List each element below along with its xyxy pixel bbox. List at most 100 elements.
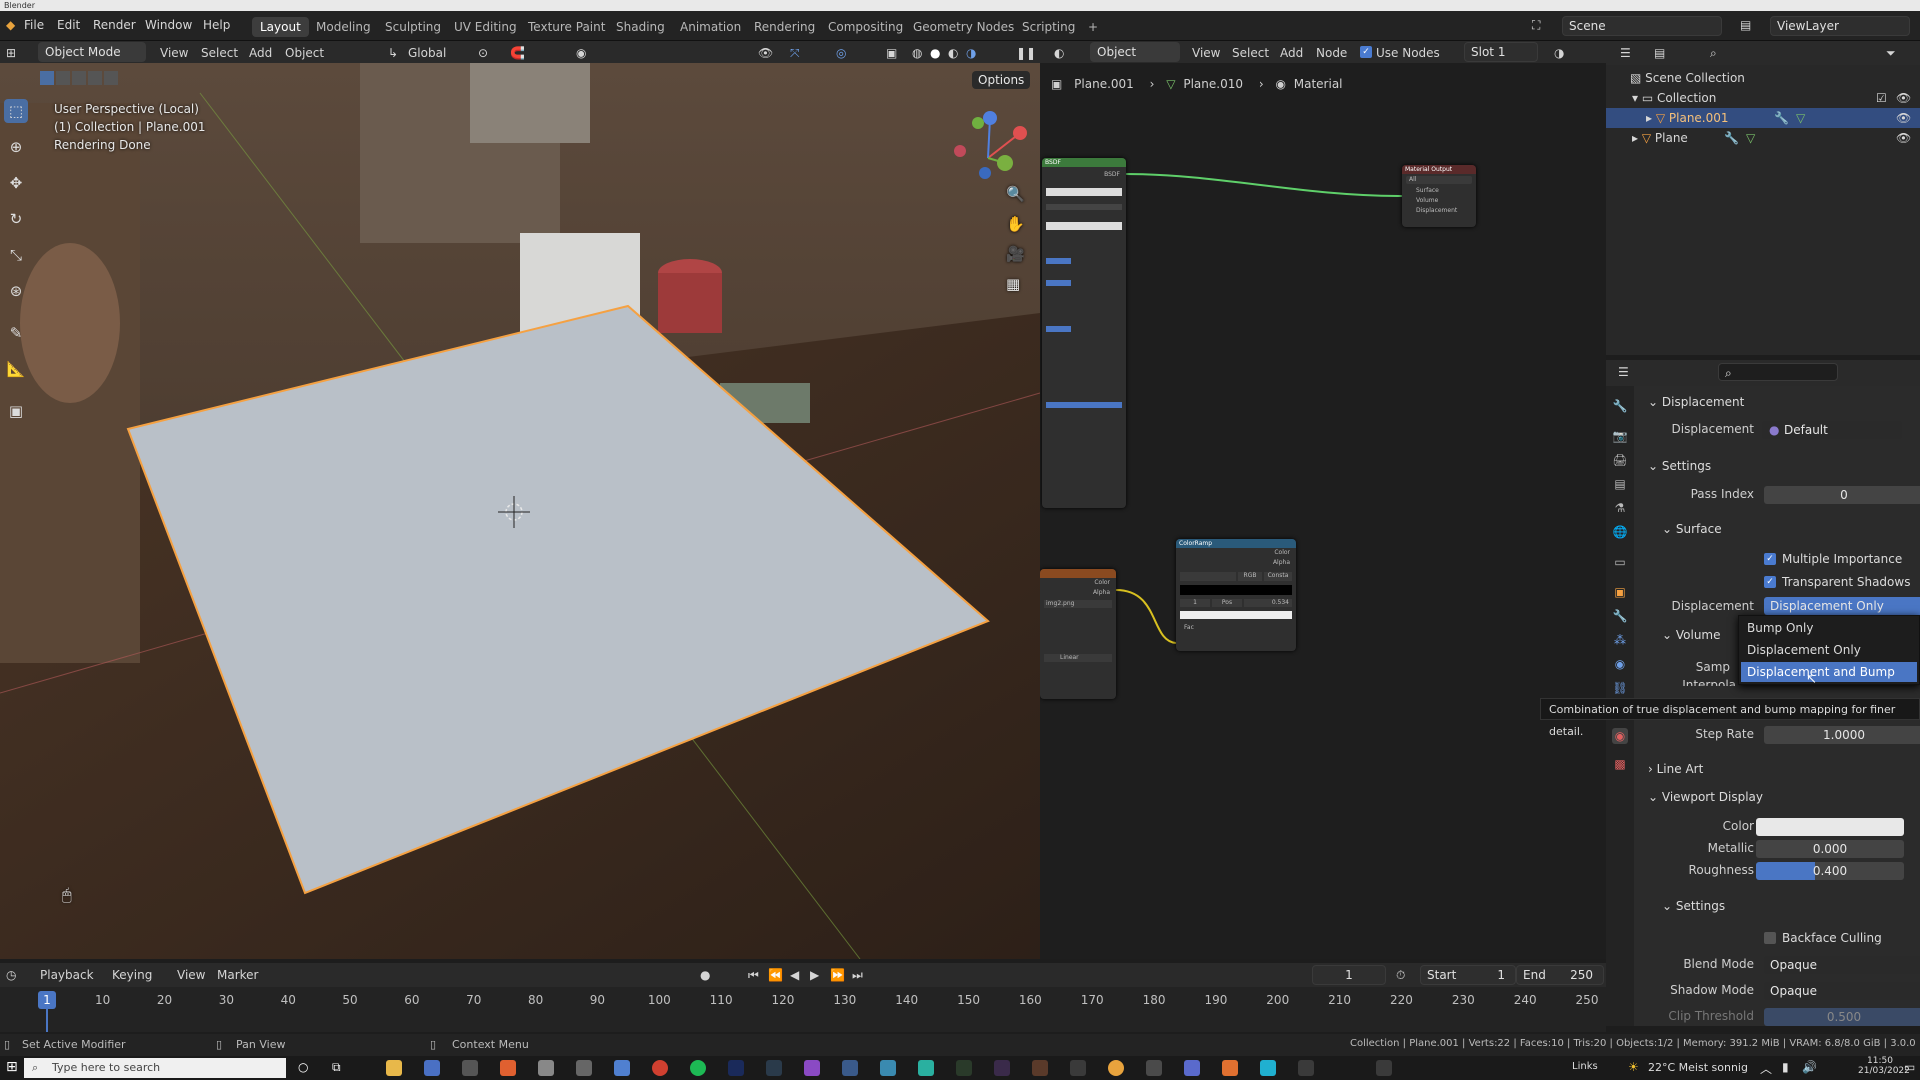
tab-scripting[interactable]: Scripting [1014, 17, 1083, 37]
scene-tab-icon[interactable]: ⚗ [1612, 500, 1628, 516]
transparent-shadows-checkbox[interactable]: ✓ [1764, 576, 1776, 588]
prev-keyframe-icon[interactable]: ⏪ [768, 968, 783, 982]
outliner-item-collection[interactable]: ▾ ▭ Collection ☑ 👁 [1606, 88, 1920, 108]
node-menu-view[interactable]: View [1192, 46, 1220, 60]
viewport-menu-object[interactable]: Object [285, 46, 324, 60]
menu-edit[interactable]: Edit [57, 18, 80, 32]
current-frame-field[interactable]: 1 [1312, 965, 1386, 985]
menu-render[interactable]: Render [93, 18, 136, 32]
surface-displacement-dropdown[interactable]: Displacement Only [1764, 597, 1920, 615]
constraints-tab-icon[interactable]: ⛓ [1612, 680, 1628, 696]
outliner-item-plane001[interactable]: ▸ ▽ Plane.001 🔧 ▽ 👁 [1606, 108, 1920, 128]
select-new-icon[interactable] [40, 71, 54, 85]
section-surface[interactable]: ⌄ Surface [1662, 522, 1722, 536]
shadow-mode-dropdown[interactable]: Opaque [1764, 982, 1920, 1000]
shading-solid-icon[interactable]: ● [930, 46, 940, 60]
output-surface-socket[interactable]: Surface [1402, 186, 1476, 196]
pass-index-field[interactable]: 0 [1764, 486, 1920, 504]
camera-view-icon[interactable]: 🎥 [1006, 245, 1025, 263]
select-intersect-icon[interactable] [104, 71, 118, 85]
app-icon[interactable] [956, 1060, 972, 1076]
display-mode-icon[interactable]: ▤ [1654, 46, 1665, 60]
shading-wireframe-icon[interactable]: ◍ [912, 46, 922, 60]
node-menu-node[interactable]: Node [1316, 46, 1347, 60]
visibility-icon[interactable]: 👁 [758, 46, 773, 60]
3d-viewport[interactable]: ⬚ ⊕ ✥ ↻ ⤡ ⊛ ✎ 📐 ▣ User Perspective (Loca… [0, 63, 1040, 959]
file-explorer-icon[interactable] [386, 1060, 402, 1076]
annotate-tool-icon[interactable]: ✎ [4, 321, 28, 345]
viewport-menu-add[interactable]: Add [249, 46, 272, 60]
record-icon[interactable]: ● [700, 968, 710, 982]
timeline-menu-playback[interactable]: Playback [40, 968, 94, 982]
xray-icon[interactable]: ▣ [886, 46, 897, 60]
color-swatch[interactable] [1756, 818, 1904, 836]
select-subtract-icon[interactable] [72, 71, 86, 85]
breadcrumb-material[interactable]: Material [1294, 77, 1343, 91]
texture-tab-icon[interactable]: ▩ [1612, 756, 1628, 772]
timeline-menu-marker[interactable]: Marker [217, 968, 258, 982]
clock[interactable]: 11:50 21/03/2022 [1858, 1056, 1910, 1076]
image-color-socket[interactable]: Color [1040, 578, 1116, 588]
timeline-menu-keying[interactable]: Keying [112, 968, 152, 982]
tray-chevron-icon[interactable]: ︿ [1760, 1060, 1772, 1077]
app-icon[interactable] [880, 1060, 896, 1076]
particles-tab-icon[interactable]: ⁂ [1612, 632, 1628, 648]
selection-modes[interactable] [40, 71, 118, 88]
step-rate-field[interactable]: 1.0000 [1764, 726, 1920, 744]
jump-start-icon[interactable]: ⏮ [748, 968, 759, 983]
snap-icon[interactable]: 🧲 [510, 46, 525, 60]
tab-animation[interactable]: Animation [672, 17, 749, 37]
expand-arrow-icon[interactable]: ▸ [1646, 111, 1656, 125]
app-icon[interactable] [842, 1060, 858, 1076]
weather-text[interactable]: 22°C Meist sonnig [1648, 1061, 1748, 1074]
blender-taskbar-icon[interactable] [1108, 1060, 1124, 1076]
calculator-icon[interactable] [462, 1060, 478, 1076]
scene-collection-row[interactable]: ▧ Scene Collection [1606, 68, 1920, 88]
pan-hand-icon[interactable]: ✋ [1006, 215, 1025, 233]
object-tab-icon[interactable]: ▣ [1612, 584, 1628, 600]
scene-field[interactable]: Scene [1562, 16, 1722, 36]
mesh-data-icon[interactable]: ▽ [1796, 108, 1805, 128]
next-keyframe-icon[interactable]: ⏩ [830, 968, 845, 982]
image-file-field[interactable]: img2.png [1044, 600, 1112, 608]
add-cube-tool-icon[interactable]: ▣ [4, 399, 28, 423]
menu-item-displacement-only[interactable]: Displacement Only [1741, 640, 1917, 660]
colorramp-node[interactable]: ColorRamp Color Alpha RGB Consta 1 Pos 0… [1176, 539, 1296, 651]
app-icon[interactable] [1222, 1060, 1238, 1076]
shading-rendered-icon[interactable]: ◑ [966, 46, 976, 60]
start-frame-field[interactable]: Start 1 [1420, 965, 1516, 985]
tab-shading[interactable]: Shading [608, 17, 673, 37]
eye-icon[interactable]: 👁 [1896, 108, 1911, 128]
colorramp-gradient[interactable] [1180, 585, 1292, 595]
play-icon[interactable]: ▶ [810, 968, 819, 982]
colorramp-index[interactable]: 1 [1180, 599, 1210, 607]
task-view-icon[interactable]: ⧉ [332, 1060, 341, 1075]
colorramp-alpha-socket[interactable]: Alpha [1176, 558, 1296, 568]
modifier-wrench-icon[interactable]: 🔧 [1724, 128, 1739, 148]
section-settings[interactable]: ⌄ Settings [1648, 459, 1711, 473]
image-texture-node[interactable]: Color Alpha img2.png Linear [1040, 569, 1116, 699]
world-tab-icon[interactable]: 🌐 [1612, 524, 1628, 540]
move-tool-icon[interactable]: ✥ [4, 171, 28, 195]
section-displacement[interactable]: ⌄ Displacement [1648, 395, 1744, 409]
chrome-icon[interactable] [652, 1060, 668, 1076]
gizmo-icon[interactable]: ⤧ [790, 46, 800, 61]
colorramp-color-socket[interactable]: Color [1176, 548, 1296, 558]
app-icon[interactable] [614, 1060, 630, 1076]
app-icon[interactable] [918, 1060, 934, 1076]
tab-uv-editing[interactable]: UV Editing [446, 17, 525, 37]
timeline-type-icon[interactable]: ◷ [6, 968, 16, 982]
output-displacement-socket[interactable]: Displacement [1402, 206, 1476, 216]
outliner-type-icon[interactable]: ☰ [1620, 46, 1631, 60]
physics-tab-icon[interactable]: ◉ [1612, 656, 1628, 672]
scale-tool-icon[interactable]: ⤡ [4, 243, 28, 267]
slot-dropdown[interactable]: Slot 1 [1464, 42, 1538, 62]
use-nodes-checkbox[interactable]: ✓ [1360, 46, 1372, 58]
app-icon[interactable] [1376, 1060, 1392, 1076]
app-icon[interactable] [1070, 1060, 1086, 1076]
tab-compositing[interactable]: Compositing [820, 17, 911, 37]
overlay-icon[interactable]: ◎ [836, 46, 846, 60]
node-editor-type-icon[interactable]: ◐ [1054, 46, 1064, 60]
material-tab-icon[interactable]: ◉ [1612, 728, 1628, 744]
tab-sculpting[interactable]: Sculpting [377, 17, 449, 37]
